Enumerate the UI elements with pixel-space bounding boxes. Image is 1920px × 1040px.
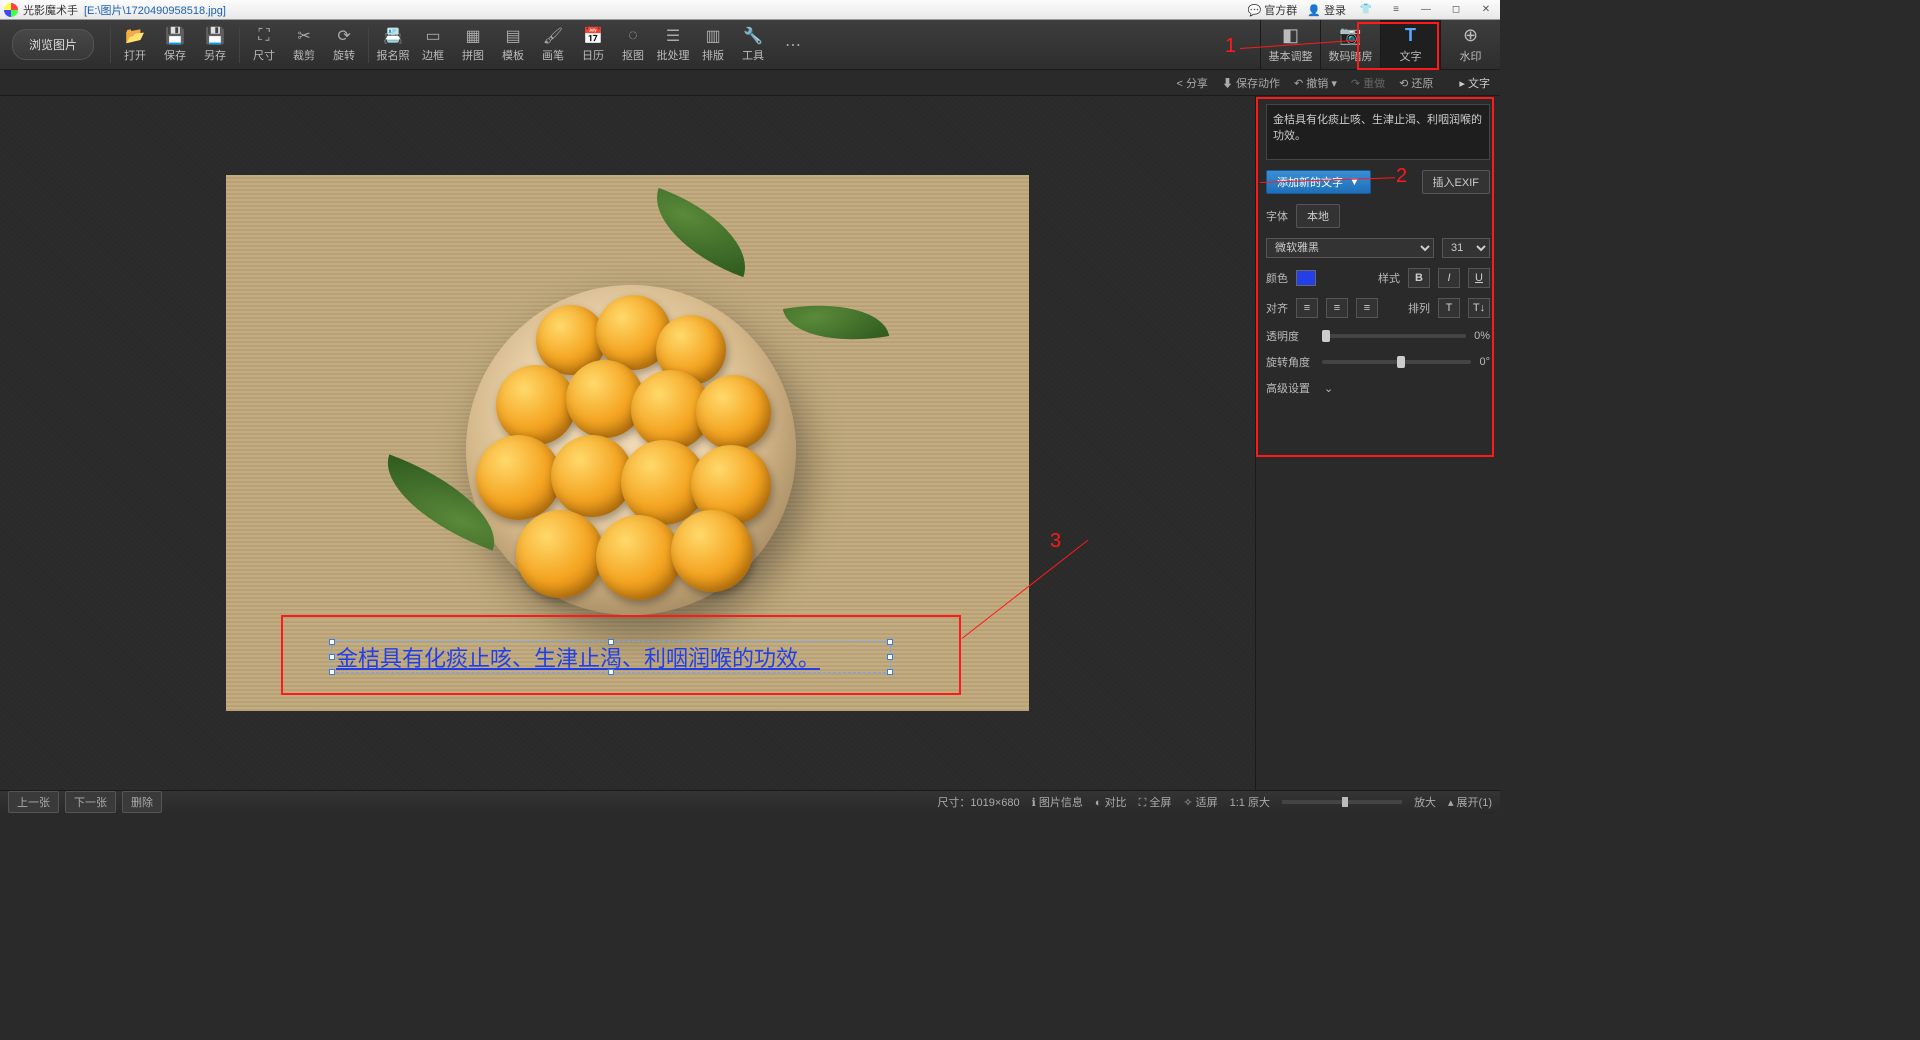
rotate-label: 旋转角度 <box>1266 354 1314 370</box>
font-size-select[interactable]: 31 <box>1442 238 1490 258</box>
insert-exif-button[interactable]: 插入EXIF <box>1422 170 1490 194</box>
font-family-select[interactable]: 微软雅黑 <box>1266 238 1434 258</box>
font-label: 字体 <box>1266 208 1288 224</box>
share-button[interactable]: < 分享 <box>1176 75 1207 91</box>
arrange-label: 排列 <box>1408 300 1430 316</box>
rotate-value: 0° <box>1479 356 1490 368</box>
cutout-button[interactable]: ◌抠图 <box>613 21 653 69</box>
expand-panel-button[interactable]: ▴ 展开(1) <box>1448 794 1492 810</box>
layout-button[interactable]: ▥排版 <box>693 21 733 69</box>
prev-image-button[interactable]: 上一张 <box>8 791 59 813</box>
collage-button[interactable]: ▦拼图 <box>453 21 493 69</box>
align-left-button[interactable]: ≡ <box>1296 298 1318 318</box>
tab-darkroom[interactable]: 📷数码暗房 <box>1320 20 1380 70</box>
undo-button[interactable]: ↶ 撤销 ▾ <box>1294 75 1337 91</box>
minimize-button[interactable]: — <box>1416 3 1436 17</box>
compare-button[interactable]: ◐ 对比 <box>1095 794 1127 810</box>
style-label: 样式 <box>1378 270 1400 286</box>
rotate-button[interactable]: ⟳旋转 <box>324 21 364 69</box>
titlebar: 光影魔术手 [E:\图片\1720490958518.jpg] 💬 官方群 👤 … <box>0 0 1500 20</box>
image-info-button[interactable]: ℹ 图片信息 <box>1032 794 1083 810</box>
open-button[interactable]: 📂打开 <box>115 21 155 69</box>
font-source-button[interactable]: 本地 <box>1296 204 1340 228</box>
crop-button[interactable]: ✂裁剪 <box>284 21 324 69</box>
skin-icon[interactable]: 👕 <box>1356 3 1376 17</box>
menu-icon[interactable]: ≡ <box>1386 3 1406 17</box>
align-center-button[interactable]: ≡ <box>1326 298 1348 318</box>
rotate-slider[interactable] <box>1322 360 1471 364</box>
zoom-in-button[interactable]: 放大 <box>1414 794 1436 810</box>
maximize-button[interactable]: ◻ <box>1446 3 1466 17</box>
edited-image <box>226 175 1029 711</box>
tools-button[interactable]: 🔧工具 <box>733 21 773 69</box>
underline-button[interactable]: U <box>1468 268 1490 288</box>
fit-screen-button[interactable]: ✧ 适屏 <box>1183 794 1217 810</box>
save-button[interactable]: 💾保存 <box>155 21 195 69</box>
app-logo-icon <box>4 3 18 17</box>
tab-text[interactable]: T文字 <box>1380 20 1440 70</box>
panel-title: ▸ 文字 <box>1459 75 1490 91</box>
save-action-button[interactable]: ⬇ 保存动作 <box>1222 75 1280 91</box>
zoom-slider[interactable] <box>1282 800 1402 804</box>
annotation-num-3: 3 <box>1050 530 1061 553</box>
action-bar: < 分享 ⬇ 保存动作 ↶ 撤销 ▾ ↷ 重做 ⟲ 还原 ▸ 文字 <box>0 70 1500 96</box>
more-button[interactable]: ⋯ <box>773 21 813 69</box>
original-size-button[interactable]: 1:1 原大 <box>1230 794 1270 810</box>
restore-button[interactable]: ⟲ 还原 <box>1399 75 1433 91</box>
opacity-value: 0% <box>1474 330 1490 342</box>
text-panel: 金桔具有化痰止咳、生津止渴、利咽润喉的功效。 添加新的文字▼ 插入EXIF 字体… <box>1255 96 1500 790</box>
dimensions-label: 尺寸：1019×680 <box>937 794 1019 810</box>
opacity-slider[interactable] <box>1322 334 1466 338</box>
redo-button[interactable]: ↷ 重做 <box>1351 75 1385 91</box>
community-link[interactable]: 💬 官方群 <box>1247 2 1297 18</box>
fullscreen-button[interactable]: ⛶ 全屏 <box>1139 794 1172 810</box>
bold-button[interactable]: B <box>1408 268 1430 288</box>
app-title: 光影魔术手 <box>23 2 78 18</box>
arrange-v-button[interactable]: T↓ <box>1468 298 1490 318</box>
delete-button[interactable]: 删除 <box>122 791 162 813</box>
canvas[interactable]: 金桔具有化痰止咳、生津止渴、利咽润喉的功效。 <box>0 96 1255 790</box>
browse-images-button[interactable]: 浏览图片 <box>12 29 94 60</box>
next-image-button[interactable]: 下一张 <box>65 791 116 813</box>
text-content-input[interactable]: 金桔具有化痰止咳、生津止渴、利咽润喉的功效。 <box>1266 104 1490 160</box>
save-as-button[interactable]: 💾另存 <box>195 21 235 69</box>
advanced-settings-toggle[interactable]: 高级设置⌄ <box>1266 380 1490 396</box>
login-link[interactable]: 👤 登录 <box>1307 2 1346 18</box>
color-label: 颜色 <box>1266 270 1288 286</box>
arrange-h-button[interactable]: T <box>1438 298 1460 318</box>
close-button[interactable]: ✕ <box>1476 3 1496 17</box>
opacity-label: 透明度 <box>1266 328 1314 344</box>
color-swatch[interactable] <box>1296 270 1316 286</box>
border-button[interactable]: ▭边框 <box>413 21 453 69</box>
annotation-num-2: 2 <box>1396 165 1407 188</box>
overlay-text-content: 金桔具有化痰止咳、生津止渴、利咽润喉的功效。 <box>336 641 820 673</box>
annotation-num-1: 1 <box>1225 35 1236 58</box>
italic-button[interactable]: I <box>1438 268 1460 288</box>
tab-watermark[interactable]: ⊕水印 <box>1440 20 1500 70</box>
text-overlay[interactable]: 金桔具有化痰止咳、生津止渴、利咽润喉的功效。 <box>331 641 891 673</box>
template-button[interactable]: ▤模板 <box>493 21 533 69</box>
file-path: [E:\图片\1720490958518.jpg] <box>84 2 226 18</box>
id-photo-button[interactable]: 📇报名照 <box>373 21 413 69</box>
align-right-button[interactable]: ≡ <box>1356 298 1378 318</box>
batch-button[interactable]: ☰批处理 <box>653 21 693 69</box>
align-label: 对齐 <box>1266 300 1288 316</box>
status-bar: 上一张 下一张 删除 尺寸：1019×680 ℹ 图片信息 ◐ 对比 ⛶ 全屏 … <box>0 790 1500 812</box>
size-button[interactable]: ⛶尺寸 <box>244 21 284 69</box>
brush-button[interactable]: 🖌画笔 <box>533 21 573 69</box>
calendar-button[interactable]: 📅日历 <box>573 21 613 69</box>
